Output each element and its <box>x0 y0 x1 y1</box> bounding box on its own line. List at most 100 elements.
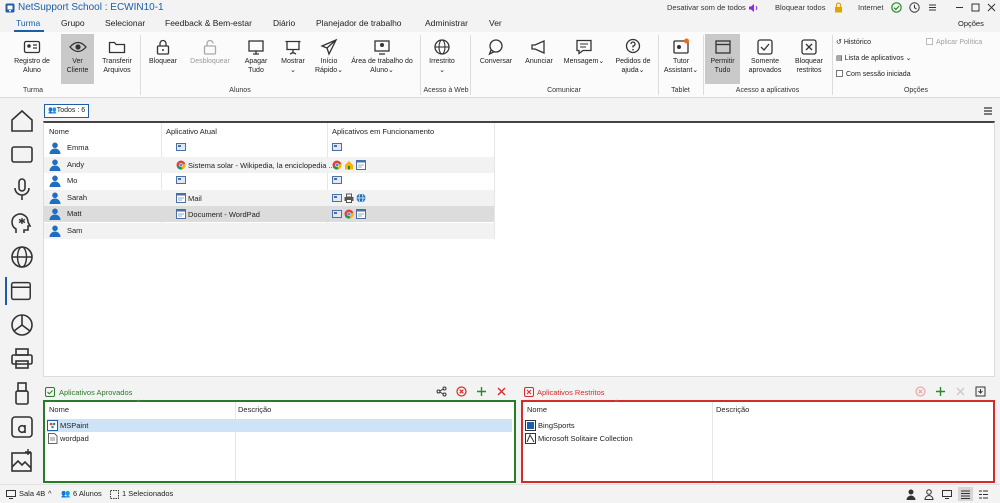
show-button[interactable]: Mostrar ⌄ <box>277 38 309 75</box>
student-name: Andy <box>67 159 85 169</box>
desktop-icon <box>176 176 186 185</box>
transfer-files-button[interactable]: Transferir Arquivos <box>98 38 136 75</box>
menu-turma[interactable]: Turma <box>16 18 40 28</box>
home-icon[interactable] <box>8 107 36 135</box>
user-outline-icon[interactable] <box>924 489 934 500</box>
tutor-assistant-button[interactable]: Tutor Assistant⌄ <box>662 38 700 75</box>
approved-app-item[interactable]: wordpad <box>47 432 512 445</box>
menu-ver[interactable]: Ver <box>489 18 502 28</box>
mute-all-label[interactable]: Desativar som de todos <box>667 3 746 12</box>
list-icon: ▤ <box>836 55 845 62</box>
menu-selecionar[interactable]: Selecionar <box>105 18 145 28</box>
separator <box>658 35 659 95</box>
student-desktop-button[interactable]: Área de trabalho do Aluno⌄ <box>348 38 416 75</box>
internet-ok-icon[interactable] <box>891 2 902 13</box>
checkbox[interactable] <box>836 70 843 77</box>
chat-button[interactable]: Conversar <box>477 38 515 66</box>
block-circle-icon[interactable] <box>456 386 467 397</box>
clock-icon[interactable] <box>909 2 920 13</box>
group-label-turma: Turma <box>23 87 43 94</box>
approved-only-button[interactable]: Somente aprovados <box>744 38 786 75</box>
lock-button[interactable]: Bloquear <box>145 38 181 66</box>
globe-icon[interactable] <box>8 243 36 271</box>
padlock-icon[interactable] <box>834 2 843 13</box>
register-student-button[interactable]: Registro de Aluno <box>8 38 56 75</box>
allow-all-button[interactable]: Permitir Tudo <box>705 34 740 84</box>
block-restricted-button[interactable]: Bloquear restritos <box>789 38 829 75</box>
minimize-icon[interactable] <box>955 3 964 12</box>
image-gallery-icon[interactable] <box>8 447 36 475</box>
app-list-option[interactable]: ▤ Lista de aplicativos ⌄ <box>836 54 912 62</box>
list-menu-icon[interactable] <box>983 106 993 116</box>
add-icon[interactable] <box>935 386 946 397</box>
message-button[interactable]: Mensagem⌄ <box>563 38 605 66</box>
room-label[interactable]: Sala 4B <box>19 489 45 498</box>
head-asterisk-icon[interactable] <box>8 209 36 237</box>
student-row[interactable]: Andy Sistema solar - Wikipedia, la encicl… <box>44 156 494 173</box>
chevron-down-icon: ⌄ <box>638 67 645 74</box>
approved-col-description[interactable]: Descrição <box>238 405 271 414</box>
close-icon[interactable] <box>987 3 996 12</box>
list-view-icon[interactable] <box>979 490 988 499</box>
people-icon: 👥 <box>48 107 57 114</box>
menu-grupo[interactable]: Grupo <box>61 18 85 28</box>
id-card-icon <box>23 40 41 54</box>
room-expand-icon[interactable]: ^ <box>48 489 52 498</box>
hamburger-menu-icon[interactable] <box>928 3 937 12</box>
cards-icon <box>525 433 536 444</box>
restricted-app-item[interactable]: Microsoft Solitaire Collection <box>525 432 990 445</box>
column-header-name[interactable]: Nome <box>49 127 69 136</box>
chevron-down-icon: ⌄ <box>692 67 699 74</box>
menu-administrar[interactable]: Administrar <box>425 18 468 28</box>
share-icon[interactable] <box>436 386 447 397</box>
printer-icon[interactable] <box>8 345 36 373</box>
help-requests-button[interactable]: Pedidos de ajuda⌄ <box>610 38 656 75</box>
screen-icon[interactable] <box>8 141 36 169</box>
options-menu[interactable]: Opções <box>958 19 984 28</box>
restricted-col-name[interactable]: Nome <box>527 405 547 414</box>
quick-launch-button[interactable]: Início Rápido⌄ <box>312 38 346 75</box>
details-view-icon[interactable] <box>961 490 970 499</box>
app-window-icon[interactable] <box>5 277 33 305</box>
chevron-down-icon: ⌄ <box>598 58 605 65</box>
student-row[interactable]: Mo <box>44 173 494 189</box>
chevron-down-icon: ⌄ <box>903 55 912 62</box>
desktop-icon <box>332 210 342 219</box>
menu-feedback[interactable]: Feedback & Bem-estar <box>165 18 252 28</box>
import-icon[interactable] <box>975 386 986 397</box>
column-header-running-apps[interactable]: Aplicativos em Funcionamento <box>332 127 434 136</box>
speaker-icon[interactable] <box>748 3 759 13</box>
restricted-app-item[interactable]: BingSports <box>525 419 990 432</box>
restricted-col-description[interactable]: Descrição <box>716 405 749 414</box>
all-students-filter[interactable]: 👥Todos : 6 <box>44 104 90 118</box>
add-icon[interactable] <box>476 386 487 397</box>
approved-col-name[interactable]: Nome <box>49 405 69 414</box>
microphone-icon[interactable] <box>8 175 36 203</box>
group-label-app-access: Acesso a aplicativos <box>735 87 800 94</box>
approved-app-item[interactable]: MSPaint <box>47 419 512 432</box>
with-session-checkbox[interactable]: Com sessão iniciada <box>836 70 911 78</box>
view-client-button[interactable]: Ver Cliente <box>61 34 94 84</box>
remove-icon[interactable] <box>496 386 507 397</box>
checkbox <box>926 38 933 45</box>
maximize-icon[interactable] <box>971 3 980 12</box>
usb-drive-icon[interactable] <box>8 379 36 407</box>
history-option[interactable]: ↺ Histórico <box>836 38 871 46</box>
history-icon: ↺ <box>836 39 844 46</box>
menu-diario[interactable]: Diário <box>273 18 295 28</box>
column-header-current-app[interactable]: Aplicativo Atual <box>166 127 217 136</box>
student-row[interactable]: Matt Document - WordPad <box>44 206 494 223</box>
window-icon <box>356 159 366 170</box>
unrestricted-button[interactable]: Irrestrito ⌄ <box>423 38 461 75</box>
lock-all-label[interactable]: Bloquear todos <box>775 3 825 12</box>
pie-chart-icon[interactable] <box>8 311 36 339</box>
student-row[interactable]: Sarah Mail <box>44 189 494 206</box>
menu-planejador[interactable]: Planejador de trabalho <box>316 18 402 28</box>
student-row[interactable]: Sam <box>44 223 494 239</box>
text-a-icon[interactable] <box>8 413 36 441</box>
user-filled-icon[interactable] <box>906 489 916 500</box>
student-row[interactable]: Emma <box>44 140 494 156</box>
announce-button[interactable]: Anunciar <box>520 38 558 66</box>
blank-all-button[interactable]: Apagar Tudo <box>240 38 272 75</box>
monitor-view-icon[interactable] <box>942 490 952 499</box>
